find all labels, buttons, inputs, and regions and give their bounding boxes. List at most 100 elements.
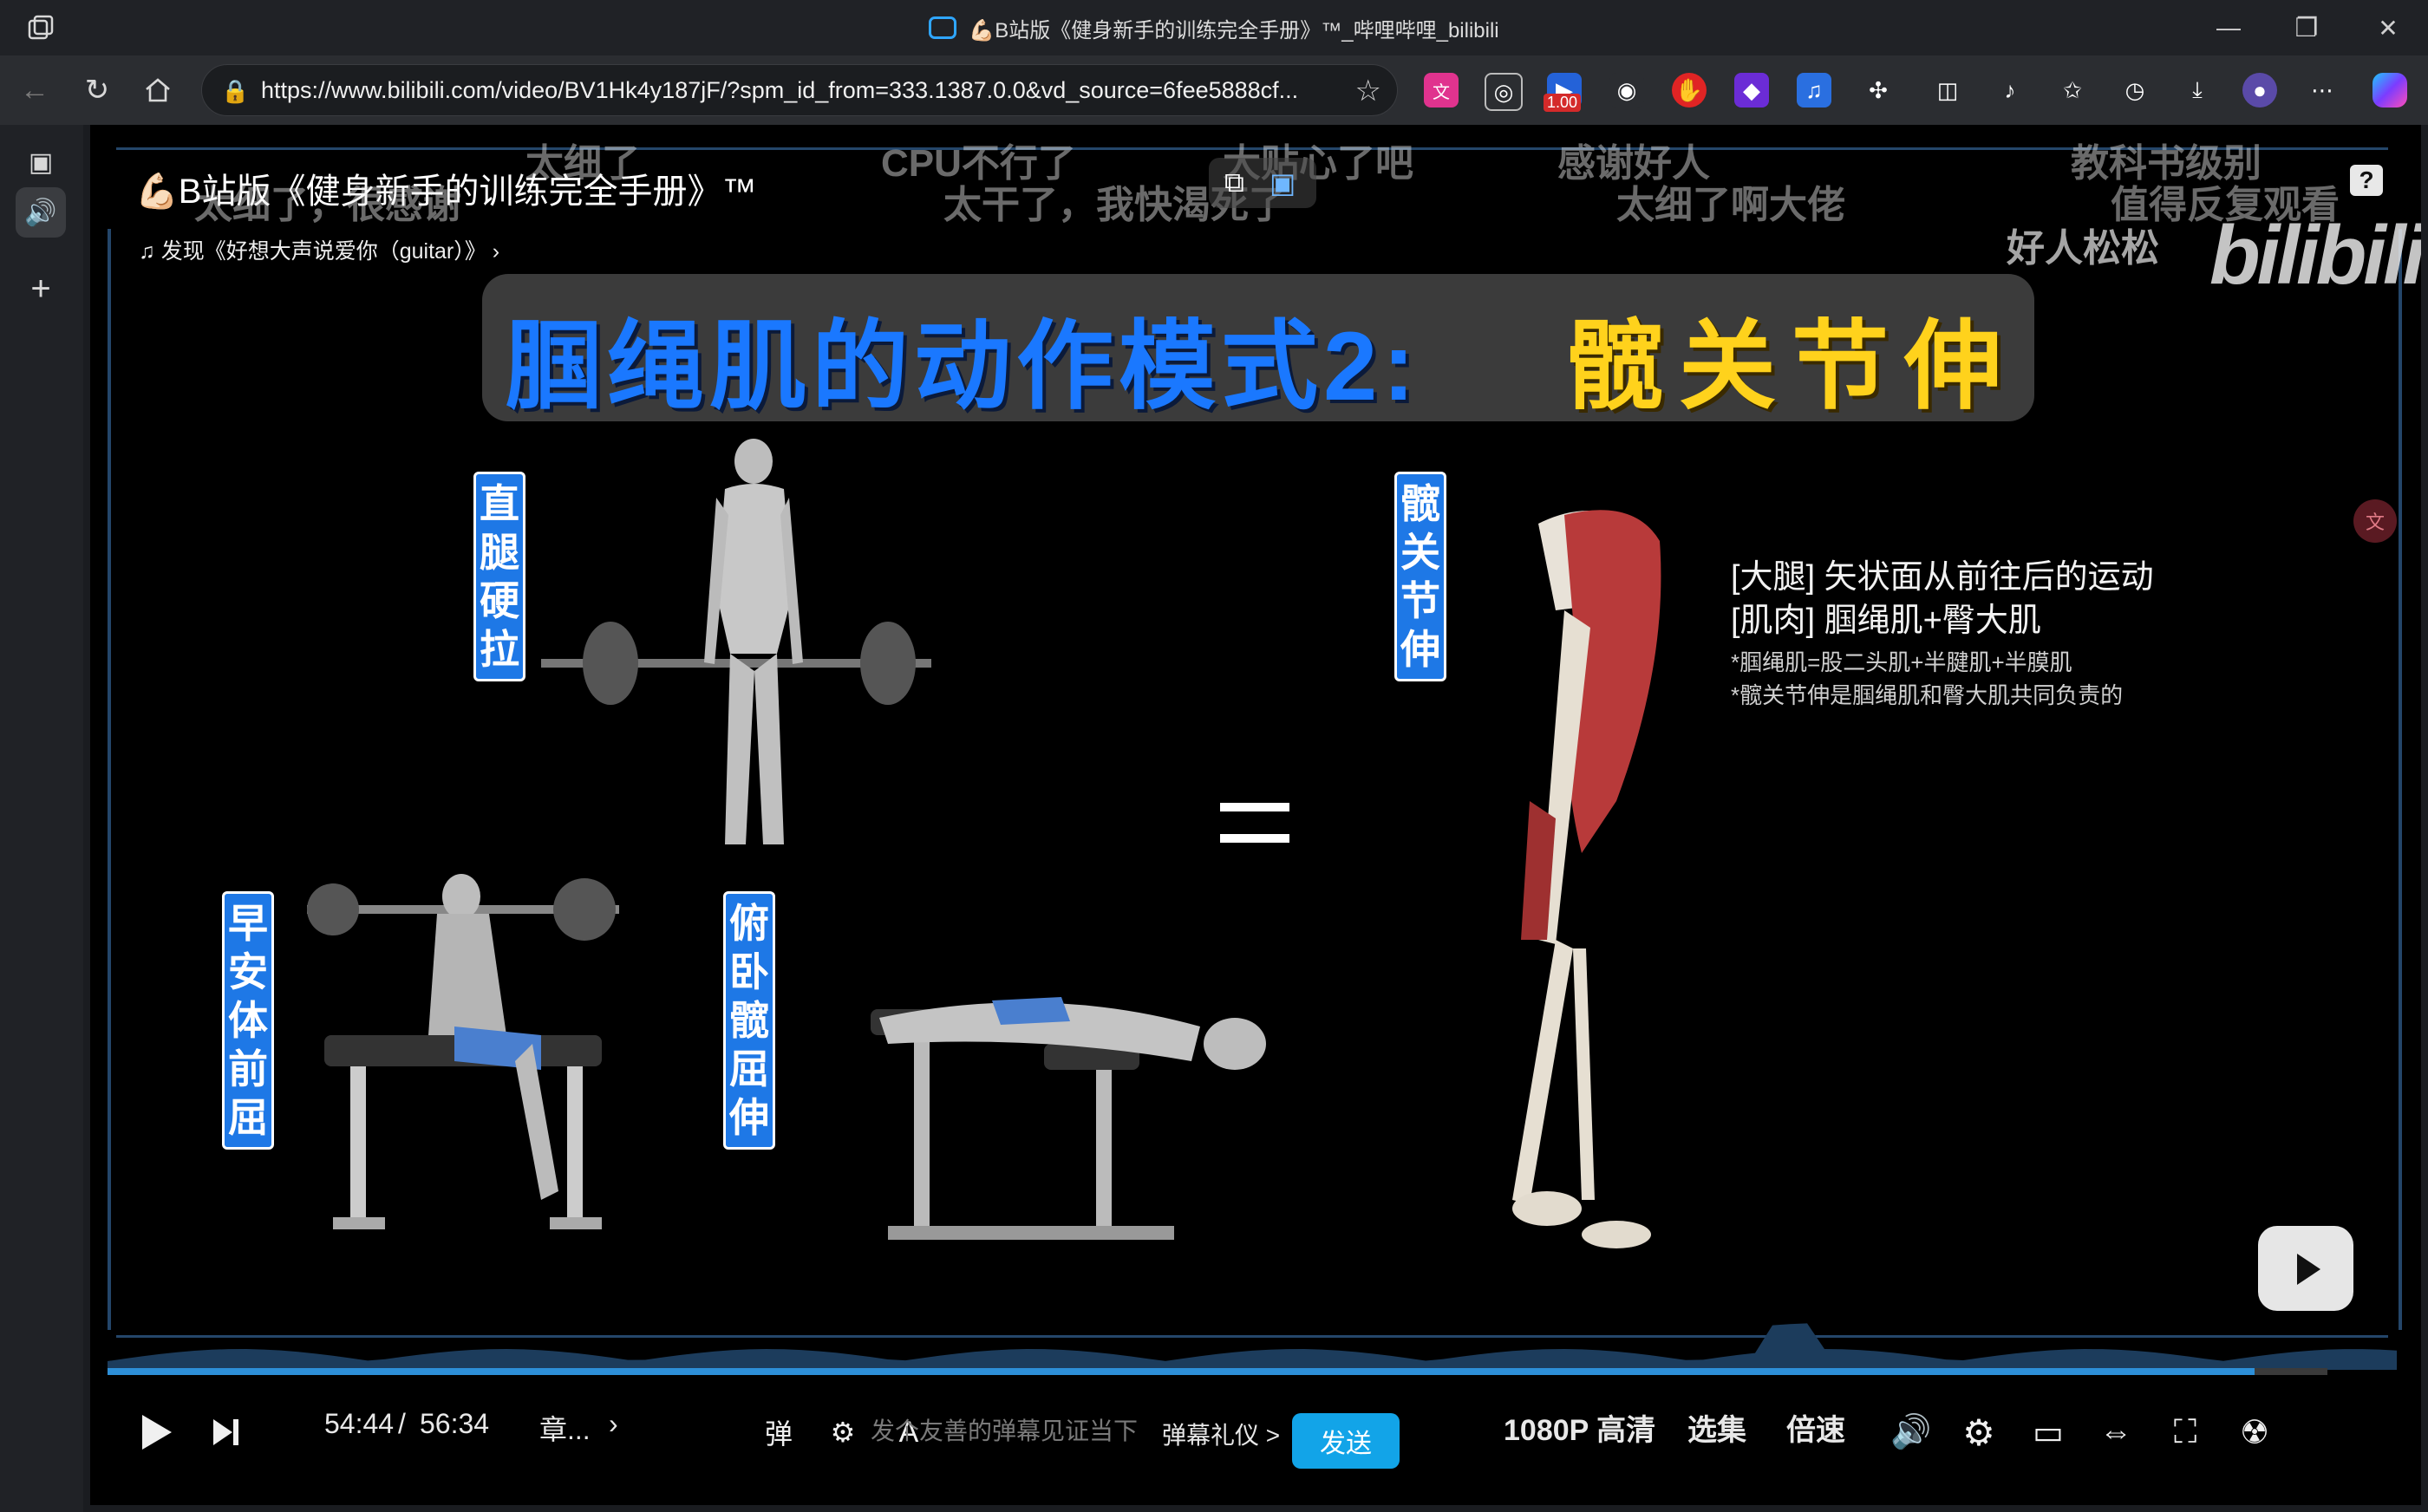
danmaku-settings-icon[interactable]: ⚙: [820, 1406, 865, 1458]
banner-title-yellow: 髋关节伸: [1566, 312, 2017, 420]
url-text[interactable]: https://www.bilibili.com/video/BV1Hk4y18…: [261, 77, 1298, 104]
equals-sign: [1220, 801, 1289, 846]
danmaku-item: 好人松松: [2007, 227, 2159, 270]
episodes-button[interactable]: 选集: [1687, 1406, 1746, 1449]
progress-fill: [108, 1368, 2255, 1375]
glasses-extension-icon[interactable]: ◎: [1485, 73, 1523, 111]
address-bar[interactable]: 🔒 https://www.bilibili.com/video/BV1Hk4y…: [201, 64, 1398, 116]
next-button[interactable]: [199, 1406, 251, 1458]
back-arrow-icon: ←: [20, 73, 49, 107]
banner-title-blue: 腘绳肌的动作模式2:: [505, 312, 1420, 420]
progress-bar[interactable]: [108, 1368, 2327, 1375]
wide-mode-icon[interactable]: ⇔: [2092, 1406, 2140, 1458]
danmaku-placeholder: 发个友善的弹幕见证当下: [871, 1418, 1139, 1444]
browser-toolbar: ← ↻ 🔒 https://www.bilibili.com/video/BV1…: [0, 55, 2428, 125]
mini-player-button[interactable]: [2258, 1226, 2353, 1311]
settings-gear-icon[interactable]: ⚙: [1955, 1406, 2003, 1458]
danmaku-item: 太细了，很感谢: [194, 184, 461, 226]
minimize-icon: —: [2216, 14, 2241, 41]
vertical-tabs-sidebar: ▣ 🔊 +: [0, 125, 83, 1512]
audio-waveform: [108, 1323, 2397, 1370]
speed-badge: 1.00: [1544, 94, 1582, 112]
favorites-icon[interactable]: ✩: [2055, 73, 2090, 108]
close-button[interactable]: ✕: [2362, 10, 2414, 45]
more-options-icon[interactable]: ⋯: [2305, 73, 2340, 108]
title-bar: 💪🏻B站版《健身新手的训练完全手册》™_哔哩哔哩_bilibili — ❐ ✕: [0, 0, 2428, 55]
help-button[interactable]: ?: [2350, 165, 2383, 196]
profile-avatar[interactable]: ●: [2242, 73, 2277, 108]
translate-extension-icon[interactable]: 文: [1424, 73, 1459, 108]
info-note-hamstring: *腘绳肌=股二头肌+半腱肌+半膜肌: [1731, 649, 2072, 675]
bilibili-logo: bilibili: [2209, 209, 2421, 302]
time-total: 56:34: [420, 1408, 490, 1439]
close-icon: ✕: [2378, 14, 2399, 42]
play-tv-icon: [2297, 1254, 2320, 1285]
mask-extension-icon[interactable]: ◉: [1609, 73, 1644, 108]
music-text: 发现《好想大声说爱你（guitar）》: [160, 239, 486, 264]
send-danmaku-button[interactable]: 发送: [1292, 1413, 1400, 1469]
refresh-button[interactable]: ↻: [78, 71, 116, 109]
ai-summary-icon[interactable]: ▣: [1269, 166, 1296, 199]
copilot-icon[interactable]: [2373, 73, 2407, 108]
player-top-tools: ⧉ ▣: [1209, 158, 1316, 208]
chapter-button[interactable]: 章...: [539, 1408, 591, 1448]
tab-panel-icon[interactable]: ▣: [16, 137, 66, 187]
restore-button[interactable]: ❐: [2281, 10, 2333, 45]
active-tab-audio-icon[interactable]: 🔊: [16, 187, 66, 238]
danmaku-toggle-icon[interactable]: 弹: [756, 1406, 801, 1458]
restore-icon: ❐: [2294, 13, 2319, 42]
media-control-icon[interactable]: ♪: [1993, 73, 2027, 108]
label-good-morning: 早安体前屈: [222, 891, 274, 1150]
slide-banner: 腘绳肌的动作模式2: 髋关节伸: [482, 274, 2034, 421]
prone-hip-extension-figure: [871, 997, 1266, 1240]
pip-icon[interactable]: ⧉: [1224, 166, 1244, 199]
volume-icon[interactable]: 🔊: [1887, 1406, 1935, 1458]
extensions-puzzle-icon[interactable]: ✣: [1861, 73, 1896, 108]
next-icon: [213, 1419, 238, 1445]
deadlift-figure: [541, 439, 931, 844]
bilibili-tv-icon: [929, 16, 957, 39]
leg-anatomy-figure: [1512, 510, 1661, 1248]
danmaku-etiquette-link[interactable]: 弹幕礼仪 >: [1162, 1417, 1281, 1451]
time-current: 54:44: [324, 1408, 395, 1439]
music-link[interactable]: ♫ 发现《好想大声说爱你（guitar）》 ›: [139, 234, 499, 265]
chevron-right-icon: ›: [486, 239, 500, 264]
speed-button[interactable]: 倍速: [1786, 1406, 1845, 1449]
frame-right-line: [2399, 229, 2402, 1330]
fullscreen-icon[interactable]: ☢: [2230, 1406, 2279, 1458]
cube-extension-icon[interactable]: ◆: [1734, 73, 1769, 108]
danmaku-item: 太细了啊大佬: [1616, 184, 1845, 226]
lock-icon[interactable]: 🔒: [221, 78, 249, 105]
play-icon: [142, 1415, 172, 1450]
good-morning-figure: [307, 874, 619, 1229]
picture-in-picture-icon[interactable]: ▭: [2024, 1406, 2072, 1458]
split-screen-icon[interactable]: ◫: [1930, 73, 1965, 108]
new-tab-plus-icon[interactable]: +: [16, 264, 66, 314]
favorite-star-icon[interactable]: ☆: [1355, 74, 1381, 108]
translate-float-icon[interactable]: 文: [2353, 499, 2397, 543]
minimize-button[interactable]: —: [2203, 10, 2255, 45]
music-extension-icon[interactable]: ♫: [1797, 73, 1831, 108]
home-icon: [146, 78, 170, 102]
back-button[interactable]: ←: [16, 71, 54, 109]
label-prone-hip-extension: 俯卧髋屈伸: [723, 891, 775, 1150]
downloads-icon[interactable]: ⤓: [2180, 73, 2215, 108]
web-fullscreen-icon[interactable]: ⛶: [2161, 1406, 2209, 1458]
home-button[interactable]: [139, 71, 177, 109]
time-separator: /: [398, 1408, 406, 1439]
history-icon[interactable]: ◷: [2118, 73, 2152, 108]
info-note-hip-extension: *髋关节伸是腘绳肌和臀大肌共同负责的: [1731, 682, 2124, 708]
play-button[interactable]: [130, 1406, 182, 1458]
info-line-thigh: [大腿] 矢状面从前往后的运动: [1731, 559, 2154, 596]
quality-button[interactable]: 1080P 高清: [1504, 1406, 1655, 1449]
music-note-icon: ♫: [139, 239, 161, 264]
video-player[interactable]: 💪🏻B站版《健身新手的训练完全手册》™ ♫ 发现《好想大声说爱你（guitar）…: [90, 125, 2421, 1505]
label-straight-leg-deadlift: 直腿硬拉: [473, 472, 525, 681]
chapter-chevron-icon[interactable]: ›: [609, 1408, 618, 1440]
info-line-muscle: [肌肉] 腘绳肌+臀大肌: [1731, 603, 2041, 639]
window-title: 💪🏻B站版《健身新手的训练完全手册》™_哔哩哔哩_bilibili: [0, 0, 2428, 55]
hand-extension-icon[interactable]: ✋: [1672, 73, 1707, 108]
danmaku-item: 太细了: [525, 142, 640, 185]
frame-left-line: [108, 229, 111, 1330]
refresh-icon: ↻: [84, 74, 110, 107]
